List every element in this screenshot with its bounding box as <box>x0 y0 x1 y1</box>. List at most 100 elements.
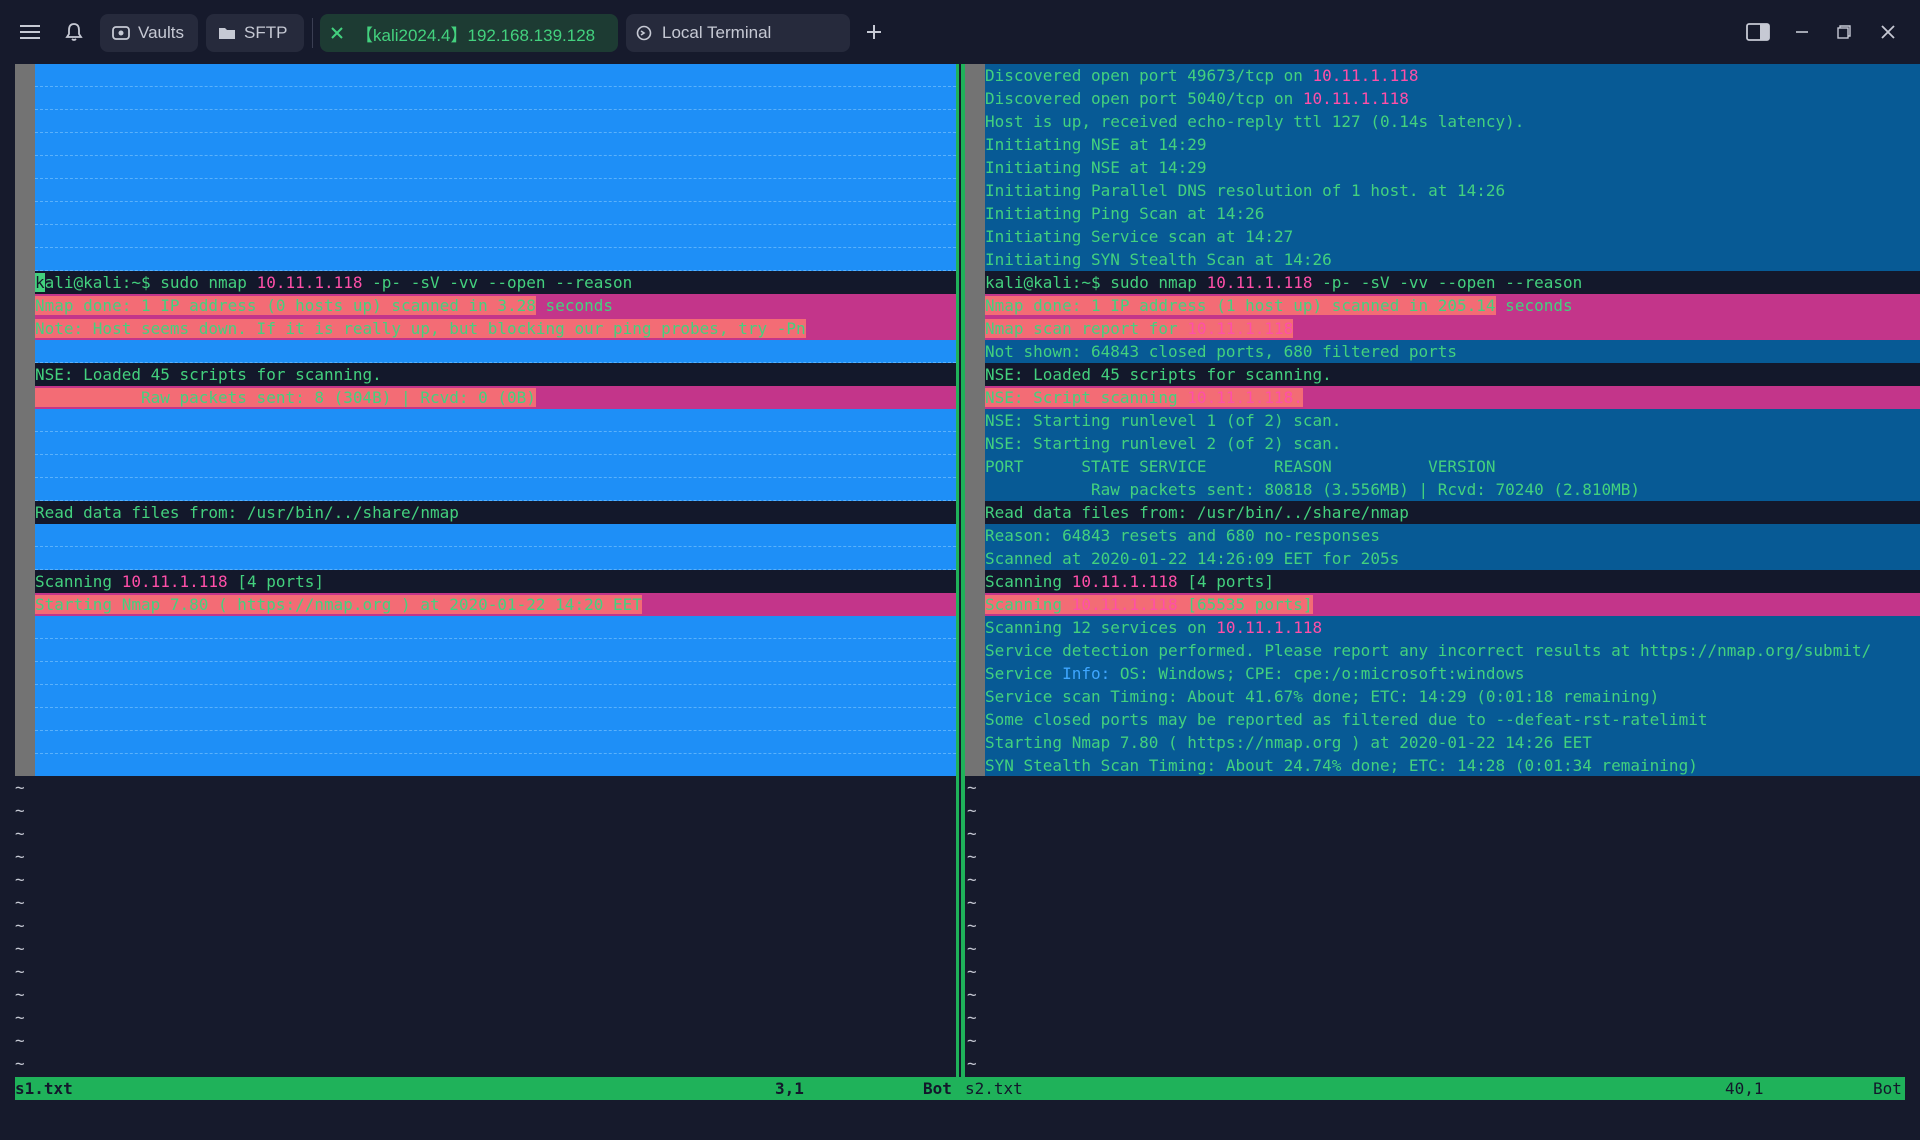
line-text: Discovered open port 49673/tcp on <box>985 66 1313 85</box>
tilde-marker: ~ <box>967 962 977 981</box>
terminal-area[interactable]: kali@kali:~$ sudo nmap 10.11.1.118 -p- -… <box>15 64 1920 1100</box>
line-text: Not shown: 64843 closed ports, 680 filte… <box>985 342 1458 361</box>
diff-line: Note: Host seems down. If it is really u… <box>35 317 956 340</box>
diff-line: Initiating Ping Scan at 14:26 <box>985 202 1920 225</box>
diff-line <box>35 754 956 776</box>
tab-local-terminal-label: Local Terminal <box>662 23 772 42</box>
diff-line: Scanned at 2020-01-22 14:26:09 EET for 2… <box>985 547 1920 570</box>
restore-icon[interactable] <box>1828 16 1860 48</box>
tilde-marker: ~ <box>967 939 977 958</box>
line-text: Discovered open port 5040/tcp on <box>985 89 1303 108</box>
line-text: kali@kali:~$ sudo nmap <box>985 273 1207 292</box>
line-text: NSE: Loaded 45 scripts for scanning. <box>35 365 382 384</box>
diff-line: Scanning 10.11.1.118 [4 ports] <box>985 570 1920 593</box>
diff-line: Raw packets sent: 80818 (3.556MB) | Rcvd… <box>985 478 1920 501</box>
line-text: Nmap done: 1 IP address ( <box>35 296 276 315</box>
tilde-marker: ~ <box>15 1054 25 1073</box>
bell-icon[interactable] <box>60 14 88 50</box>
diff-line <box>35 133 956 156</box>
diff-line: Service detection performed. Please repo… <box>985 639 1920 662</box>
diff-line: Read data files from: /usr/bin/../share/… <box>35 501 956 524</box>
diff-line <box>35 685 956 708</box>
diff-line: Some closed ports may be reported as fil… <box>985 708 1920 731</box>
line-text: Nmap done: 1 IP address ( <box>985 296 1226 315</box>
side-panel-icon[interactable] <box>1742 16 1774 48</box>
tilde-marker: ~ <box>967 847 977 866</box>
tab-kali-ssh[interactable]: 【kali2024.4】192.168.139.128 <box>320 14 618 52</box>
diff-line <box>35 662 956 685</box>
vertical-split-separator[interactable] <box>956 64 965 1100</box>
tilde-marker: ~ <box>967 870 977 889</box>
sftp-button[interactable]: SFTP <box>206 14 304 52</box>
vaults-button[interactable]: Vaults <box>100 14 198 52</box>
diff-line <box>35 616 956 639</box>
line-text: PORT STATE SERVICE REASON VERSION <box>985 457 1496 476</box>
sftp-label: SFTP <box>244 23 288 42</box>
diff-line: Raw packets sent: 8 (304B) | Rcvd: 0 (0B… <box>35 386 956 409</box>
line-text: Service scan Timing: About 41.67% done; … <box>985 687 1660 706</box>
terminal-icon <box>636 25 652 41</box>
right-filename: s2.txt <box>965 1079 1023 1098</box>
tab-local-terminal[interactable]: Local Terminal <box>626 14 850 52</box>
line-text: Starting Nmap 7.80 ( https://nmap.org ) … <box>35 595 642 614</box>
diff-line <box>35 64 956 87</box>
diff-line <box>35 409 956 432</box>
left-scroll-indicator: Bot <box>923 1079 952 1098</box>
line-text: Service <box>985 664 1063 683</box>
line-text: seconds <box>1495 296 1573 315</box>
line-text: 0 hosts up) scanned in 3.28 <box>275 296 536 315</box>
line-text: Read data files from: /usr/bin/../share/… <box>985 503 1409 522</box>
line-text: Scanning 12 services on <box>985 618 1217 637</box>
line-text: NSE: Starting runlevel 2 (of 2) scan. <box>985 434 1342 453</box>
line-text: seconds <box>535 296 613 315</box>
diff-line <box>35 731 956 754</box>
line-text: Initiating NSE at 14:29 <box>985 158 1207 177</box>
minimize-icon[interactable] <box>1786 16 1818 48</box>
line-text: 10.11.1.118 <box>1187 319 1294 338</box>
diff-line: NSE: Starting runlevel 2 (of 2) scan. <box>985 432 1920 455</box>
diff-line <box>35 432 956 455</box>
line-text: Raw packets sent: 80818 (3.556MB) | Rcvd… <box>985 480 1641 499</box>
tilde-marker: ~ <box>15 778 25 797</box>
right-empty-lines: ~ ~ ~ ~ ~ ~ ~ ~ ~ ~ ~ ~ ~ <box>967 776 977 1075</box>
line-text: NSE: Starting runlevel 1 (of 2) scan. <box>985 411 1342 430</box>
left-fold-gutter <box>15 64 35 776</box>
right-diff-pane[interactable]: Discovered open port 49673/tcp on 10.11.… <box>985 64 1920 776</box>
diff-line: Starting Nmap 7.80 ( https://nmap.org ) … <box>985 731 1920 754</box>
line-text: Initiating SYN Stealth Scan at 14:26 <box>985 250 1332 269</box>
diff-line <box>35 248 956 271</box>
diff-line: Host is up, received echo-reply ttl 127 … <box>985 110 1920 133</box>
close-window-icon[interactable] <box>1872 16 1904 48</box>
left-diff-pane[interactable]: kali@kali:~$ sudo nmap 10.11.1.118 -p- -… <box>15 64 956 776</box>
diff-line <box>35 478 956 501</box>
diff-line <box>35 110 956 133</box>
line-text: [4 ports] <box>227 572 324 591</box>
diff-line <box>35 340 956 363</box>
hamburger-menu-icon[interactable] <box>16 14 44 50</box>
tilde-marker: ~ <box>15 962 25 981</box>
diff-line: Initiating NSE at 14:29 <box>985 133 1920 156</box>
line-text: Reason: 64843 resets and 680 no-response… <box>985 526 1380 545</box>
diff-line <box>35 156 956 179</box>
plus-icon[interactable] <box>862 14 886 50</box>
tilde-marker: ~ <box>967 801 977 820</box>
diff-line: NSE: Script scanning 10.11.1.118. <box>985 386 1920 409</box>
close-icon[interactable] <box>330 26 344 40</box>
tilde-marker: ~ <box>967 985 977 1004</box>
diff-line <box>35 455 956 478</box>
line-text: Read data files from: /usr/bin/../share/… <box>35 503 459 522</box>
line-text: Scanned at 2020-01-22 14:26:09 EET for 2… <box>985 549 1400 568</box>
right-cursor-position: 40,1 <box>1725 1079 1764 1098</box>
tilde-marker: ~ <box>15 893 25 912</box>
diff-line <box>35 225 956 248</box>
line-text: 10.11.1.118 <box>1216 618 1323 637</box>
line-text: [4 ports] <box>1177 572 1274 591</box>
diff-line: Starting Nmap 7.80 ( https://nmap.org ) … <box>35 593 956 616</box>
line-text: Starting Nmap 7.80 ( https://nmap.org ) … <box>985 733 1592 752</box>
folder-icon <box>218 26 236 40</box>
line-text: -p- -sV -vv --open --reason <box>362 273 633 292</box>
tilde-marker: ~ <box>967 893 977 912</box>
diff-line <box>35 179 956 202</box>
line-text: Initiating Service scan at 14:27 <box>985 227 1294 246</box>
diff-line: Initiating SYN Stealth Scan at 14:26 <box>985 248 1920 271</box>
